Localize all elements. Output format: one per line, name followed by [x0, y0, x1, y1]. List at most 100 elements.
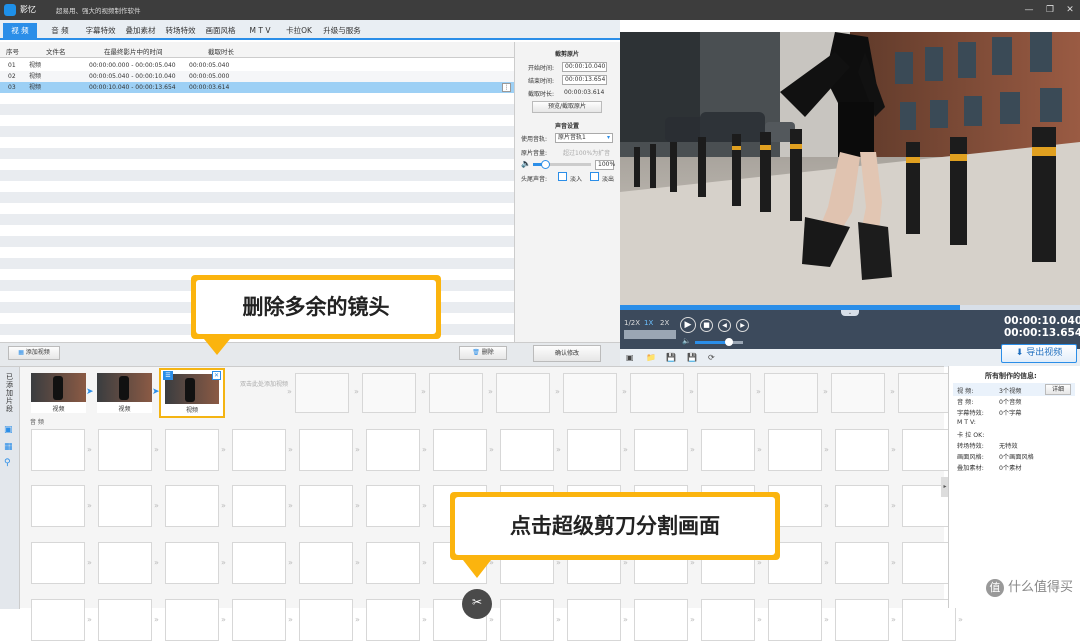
- empty-slot[interactable]: [366, 429, 420, 471]
- empty-slot[interactable]: [31, 542, 85, 584]
- empty-slot[interactable]: [232, 429, 286, 471]
- clip-edit-icon[interactable]: ☰: [163, 371, 173, 380]
- empty-slot[interactable]: [362, 373, 416, 413]
- speed-1x[interactable]: 1X: [644, 319, 653, 327]
- empty-slot[interactable]: [366, 485, 420, 527]
- empty-slot[interactable]: [831, 373, 885, 413]
- player-volume-slider[interactable]: [695, 338, 743, 346]
- scissors-icon[interactable]: ✂: [462, 589, 492, 619]
- fade-out-checkbox[interactable]: [590, 172, 599, 181]
- empty-slot[interactable]: [634, 429, 688, 471]
- export-button[interactable]: ⬇ 导出视频: [1001, 344, 1077, 363]
- screenshot-icon[interactable]: ▣: [626, 353, 634, 362]
- magnify-icon[interactable]: ⚲: [4, 458, 16, 470]
- speed-2x[interactable]: 2X: [660, 319, 669, 327]
- clip-thumb[interactable]: 视频: [31, 373, 86, 413]
- empty-slot[interactable]: [98, 485, 152, 527]
- empty-slot[interactable]: [500, 599, 554, 641]
- fade-in-checkbox[interactable]: [558, 172, 567, 181]
- empty-slot[interactable]: [165, 599, 219, 641]
- empty-slot[interactable]: [634, 599, 688, 641]
- tab-subtitle-effects[interactable]: 字幕特效: [82, 23, 119, 38]
- empty-slot[interactable]: [630, 373, 684, 413]
- empty-slot[interactable]: [165, 429, 219, 471]
- tab-karaoke[interactable]: 卡拉OK: [282, 23, 316, 38]
- volume-value[interactable]: 100%: [595, 160, 615, 170]
- empty-slot[interactable]: [165, 485, 219, 527]
- folder-icon[interactable]: 📁: [646, 353, 656, 362]
- collapse-icon[interactable]: ⌄: [841, 310, 859, 316]
- row-more-icon[interactable]: ⋮: [502, 83, 511, 92]
- preview-cut-button[interactable]: 预览/截取原片: [532, 101, 602, 113]
- speed-slider[interactable]: [624, 330, 676, 339]
- save-icon[interactable]: 💾: [666, 353, 676, 362]
- share-icon[interactable]: ⟳: [708, 353, 715, 362]
- tab-overlay[interactable]: 叠加素材: [122, 23, 159, 38]
- empty-slot[interactable]: [835, 542, 889, 584]
- prev-frame-icon[interactable]: ◀: [718, 319, 731, 332]
- volume-slider[interactable]: [533, 160, 591, 169]
- empty-slot[interactable]: [232, 599, 286, 641]
- minimize-icon[interactable]: —: [1022, 3, 1036, 17]
- empty-slot[interactable]: [366, 599, 420, 641]
- delete-button[interactable]: 🗑 删除: [459, 346, 507, 360]
- empty-slot[interactable]: [165, 542, 219, 584]
- add-video-button[interactable]: ▦ 添加视频: [8, 346, 60, 360]
- start-time-input[interactable]: 00:00:10.040: [562, 62, 607, 72]
- end-time-input[interactable]: 00:00:13.654: [562, 75, 607, 85]
- tab-style[interactable]: 画面风格: [202, 23, 239, 38]
- empty-slot[interactable]: [299, 542, 353, 584]
- clip-thumb-selected[interactable]: ☰ ✕ 视频: [159, 368, 225, 418]
- empty-slot[interactable]: [232, 542, 286, 584]
- empty-slot[interactable]: [768, 599, 822, 641]
- restore-icon[interactable]: ❐: [1043, 3, 1057, 17]
- empty-slot[interactable]: [366, 542, 420, 584]
- table-row[interactable]: 02 视频 00:00:05.040 - 00:00:10.040 00:00:…: [0, 71, 514, 82]
- empty-slot[interactable]: [835, 429, 889, 471]
- empty-slot[interactable]: [429, 373, 483, 413]
- empty-slot[interactable]: [295, 373, 349, 413]
- speed-half[interactable]: 1/2X: [624, 319, 640, 327]
- clip-thumb[interactable]: 视频: [97, 373, 152, 413]
- tab-video[interactable]: 视 频: [3, 23, 37, 38]
- tab-mtv[interactable]: M T V: [244, 23, 276, 38]
- tab-audio[interactable]: 音 频: [42, 23, 78, 38]
- empty-slot[interactable]: [701, 599, 755, 641]
- empty-slot[interactable]: [500, 429, 554, 471]
- empty-slot[interactable]: [31, 599, 85, 641]
- empty-slot[interactable]: [567, 599, 621, 641]
- track-select[interactable]: 原片音轨1 ▾: [555, 133, 613, 143]
- empty-slot[interactable]: [764, 373, 818, 413]
- empty-slot[interactable]: [31, 485, 85, 527]
- empty-slot[interactable]: [31, 429, 85, 471]
- empty-slot[interactable]: [697, 373, 751, 413]
- empty-slot[interactable]: [98, 429, 152, 471]
- play-icon[interactable]: ▶: [680, 317, 696, 333]
- video-preview[interactable]: [620, 32, 1080, 305]
- empty-slot[interactable]: [835, 599, 889, 641]
- empty-slot[interactable]: [299, 429, 353, 471]
- tab-upgrade[interactable]: 升级与服务: [320, 23, 364, 38]
- close-icon[interactable]: ✕: [1063, 3, 1077, 17]
- empty-slot[interactable]: [299, 599, 353, 641]
- table-row[interactable]: 03 视频 00:00:10.040 - 00:00:13.654 00:00:…: [0, 82, 514, 93]
- empty-slot[interactable]: [898, 373, 952, 413]
- confirm-button[interactable]: 确认修改: [533, 345, 601, 362]
- empty-slot[interactable]: [98, 542, 152, 584]
- empty-slot[interactable]: [835, 485, 889, 527]
- empty-slot[interactable]: [701, 429, 755, 471]
- add-video-placeholder[interactable]: 双击此处添加视频: [240, 381, 290, 388]
- table-row[interactable]: 01 视频 00:00:00.000 - 00:00:05.040 00:00:…: [0, 60, 514, 71]
- detail-button[interactable]: 详细: [1045, 384, 1071, 395]
- empty-slot[interactable]: [768, 429, 822, 471]
- empty-slot[interactable]: [98, 599, 152, 641]
- empty-slot[interactable]: [232, 485, 286, 527]
- empty-slot[interactable]: [299, 485, 353, 527]
- empty-slot[interactable]: [567, 429, 621, 471]
- stop-icon[interactable]: ■: [700, 319, 713, 332]
- empty-slot[interactable]: [496, 373, 550, 413]
- crop-icon[interactable]: ▣: [4, 425, 16, 437]
- image-icon[interactable]: ▦: [4, 442, 16, 454]
- empty-slot[interactable]: [563, 373, 617, 413]
- empty-slot[interactable]: [433, 429, 487, 471]
